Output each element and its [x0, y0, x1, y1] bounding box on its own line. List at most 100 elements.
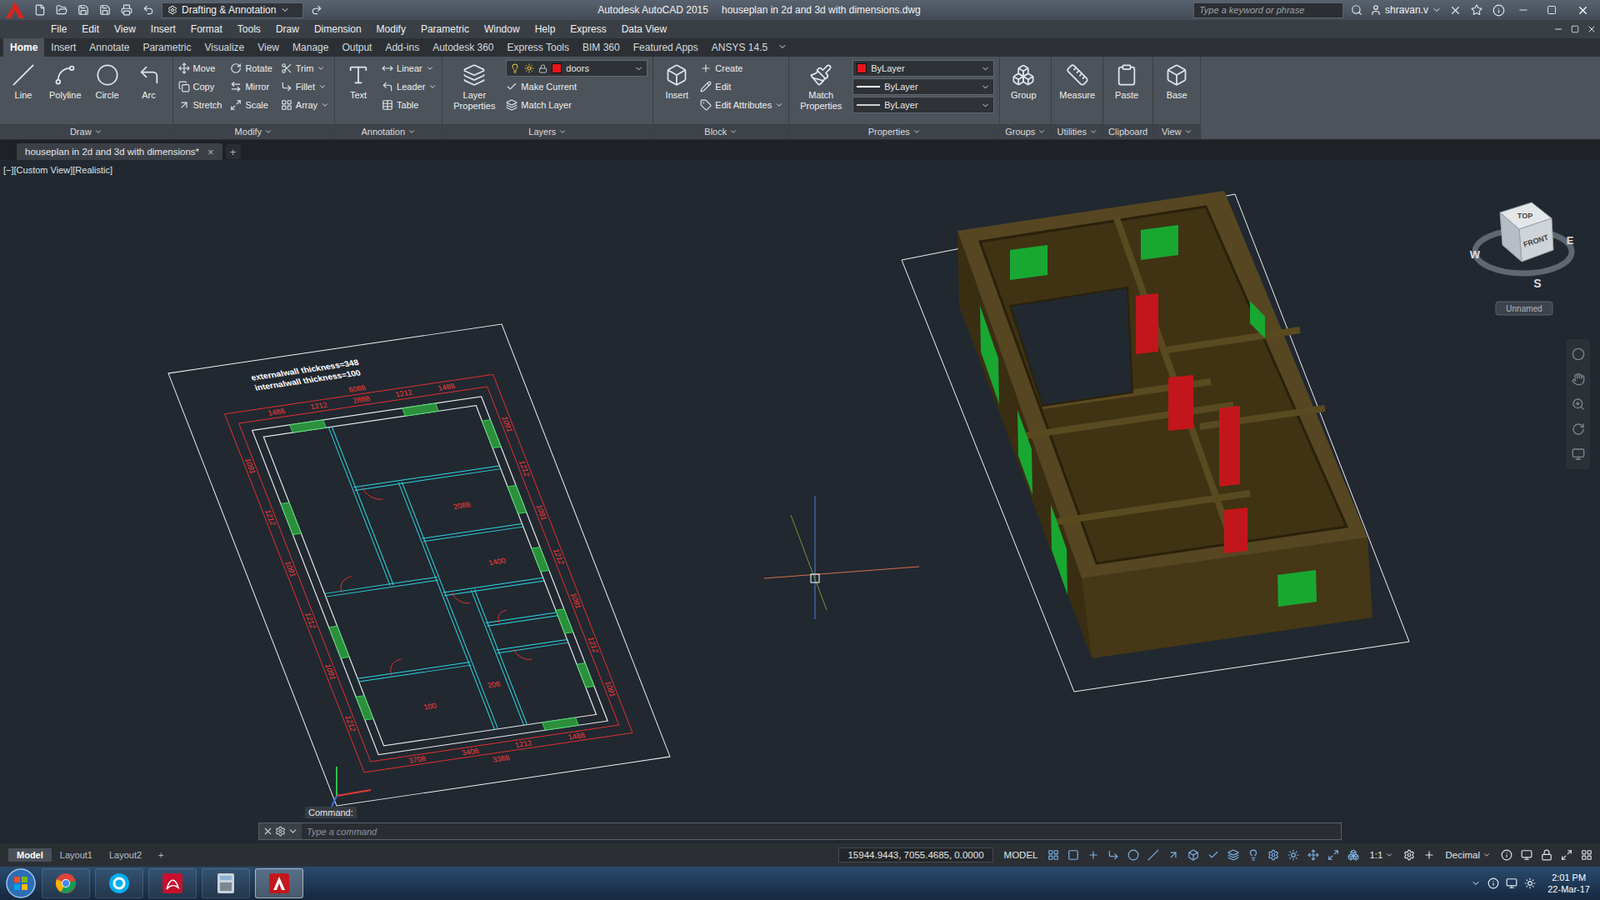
panel-title[interactable]: Utilities [1051, 124, 1103, 140]
status-toggle[interactable] [1145, 846, 1162, 864]
workspace-switch[interactable] [1400, 846, 1418, 864]
ribbon-small-tool[interactable]: Table [381, 96, 437, 114]
navigation-tool-icon[interactable] [1571, 372, 1585, 386]
panel-title[interactable]: Layers [442, 124, 653, 140]
status-toggle[interactable] [1205, 846, 1222, 864]
doc-minimize-button[interactable] [1550, 20, 1567, 38]
tray-app-icon[interactable] [1487, 877, 1500, 890]
ribbon-toggle-button[interactable] [774, 38, 791, 55]
viewcube[interactable]: TOPFRONTWESUnnamed [1470, 202, 1575, 315]
ribbon-small-tool[interactable]: Match Layer [505, 96, 577, 114]
menu-item[interactable]: Express [562, 21, 614, 37]
ribbon-small-tool[interactable]: Linear [381, 60, 437, 77]
status-toggle[interactable] [1045, 846, 1062, 864]
status-toggle[interactable] [1225, 846, 1242, 864]
doc-close-button[interactable] [1583, 20, 1600, 38]
line-dropdown[interactable]: ByLayer [852, 96, 995, 114]
status-toggle[interactable] [1165, 846, 1182, 864]
status-toggle[interactable] [1305, 846, 1322, 864]
search-field[interactable]: Type a keyword or phrase [1193, 2, 1344, 19]
volume-icon[interactable] [1524, 877, 1536, 890]
new-file-tab[interactable]: + [225, 144, 241, 160]
ribbon-small-tool[interactable]: Make Current [505, 78, 577, 95]
quick-access-button[interactable] [75, 1, 92, 19]
layer-dropdown[interactable]: doors [505, 60, 648, 77]
menu-item[interactable]: Modify [369, 21, 414, 37]
ribbon-small-tool[interactable]: Create [700, 60, 784, 77]
quick-access-button[interactable] [140, 1, 157, 19]
ribbon-large-tool[interactable]: Measure [1056, 60, 1098, 103]
ribbon-small-tool[interactable]: Edit [700, 78, 784, 95]
annotation-scale[interactable]: 1:1 [1365, 849, 1398, 861]
network-icon[interactable] [1505, 877, 1518, 890]
units-select[interactable]: Decimal [1440, 849, 1495, 861]
autocad-logo-icon[interactable] [3, 0, 27, 20]
recent-commands-icon[interactable] [287, 825, 299, 837]
status-toggle[interactable] [1578, 846, 1595, 864]
ribbon-large-tool[interactable]: Arc [130, 60, 168, 103]
close-button[interactable] [1568, 1, 1597, 19]
ribbon-small-tool[interactable]: Leader [381, 78, 437, 95]
ribbon-large-tool[interactable]: Insert [658, 60, 695, 103]
status-toggle[interactable] [1185, 846, 1202, 864]
ribbon-small-tool[interactable]: Fillet [280, 78, 330, 95]
add-layout-tab[interactable]: + [150, 848, 172, 862]
ribbon-small-tool[interactable]: Stretch [178, 96, 223, 114]
ribbon-large-tool[interactable]: Polyline [46, 60, 85, 103]
ribbon-tab[interactable]: ANSYS 14.5 [705, 38, 775, 57]
clock[interactable]: 2:01 PM22-Mar-17 [1542, 871, 1595, 896]
model-space[interactable]: externalwall thickness=348internalwall t… [0, 160, 1600, 844]
viewport-control[interactable]: [−] [3, 165, 15, 175]
drawing-canvas[interactable]: [−][Custom View][Realistic]externalwall … [0, 160, 1600, 844]
ribbon-tab[interactable]: Output [335, 38, 379, 57]
ribbon-small-tool[interactable]: Scale [230, 96, 272, 114]
viewport-control[interactable]: [Custom View] [14, 165, 74, 175]
menu-item[interactable]: Parametric [413, 21, 477, 37]
status-toggle[interactable] [1558, 846, 1575, 864]
menu-item[interactable]: Dimension [306, 21, 370, 37]
menu-item[interactable]: File [43, 21, 75, 37]
panel-title[interactable]: View [1153, 124, 1200, 140]
viewport-control[interactable]: [Realistic] [72, 165, 113, 175]
ribbon-large-tool[interactable]: Base [1158, 60, 1195, 103]
quick-access-button[interactable] [118, 1, 135, 19]
tray-expand-icon[interactable] [1470, 878, 1481, 889]
menu-item[interactable]: Edit [74, 21, 107, 37]
ribbon-tab[interactable]: Parametric [135, 38, 198, 57]
ribbon-tab[interactable]: BIM 360 [575, 38, 627, 57]
status-toggle[interactable] [1325, 846, 1342, 864]
ribbon-tab[interactable]: Annotate [82, 38, 136, 57]
ribbon-small-tool[interactable]: Copy [178, 78, 223, 95]
ribbon-tab[interactable]: Home [3, 38, 45, 57]
ribbon-tab[interactable]: Visualize [197, 38, 251, 57]
ribbon-small-tool[interactable]: Rotate [230, 60, 272, 77]
panel-title[interactable]: Groups [1000, 124, 1051, 140]
ribbon-small-tool[interactable]: Array [280, 96, 330, 114]
navigation-tool-icon[interactable] [1571, 422, 1585, 436]
quick-access-button[interactable] [31, 1, 49, 19]
start-orb-icon[interactable] [5, 867, 37, 900]
layout-tab[interactable]: Layout1 [51, 848, 101, 862]
menu-item[interactable]: Format [183, 21, 230, 37]
navigation-tool-icon[interactable] [1571, 447, 1585, 461]
status-toggle[interactable] [1498, 846, 1515, 864]
taskbar-app[interactable] [148, 868, 197, 899]
annotation-monitor[interactable] [1420, 846, 1438, 864]
panel-title[interactable]: Clipboard [1103, 124, 1153, 140]
maximize-button[interactable] [1540, 1, 1564, 19]
status-toggle[interactable] [1285, 846, 1302, 864]
status-toggle[interactable] [1125, 846, 1142, 864]
minimize-button[interactable] [1511, 1, 1535, 19]
ribbon-small-tool[interactable]: Trim [280, 60, 330, 77]
help-button[interactable] [1490, 1, 1507, 19]
file-tab-close[interactable]: × [207, 145, 215, 159]
layout-tab[interactable]: Model [8, 848, 52, 862]
command-input[interactable]: Type a command [301, 823, 1341, 840]
ribbon-small-tool[interactable]: Mirror [230, 78, 272, 95]
ribbon-large-tool[interactable]: Group [1005, 60, 1042, 103]
navigation-tool-icon[interactable] [1571, 347, 1585, 361]
line-dropdown[interactable]: ByLayer [852, 78, 995, 95]
cube-front-face[interactable] [1519, 218, 1554, 262]
search-button[interactable] [1348, 1, 1365, 19]
menu-item[interactable]: Insert [143, 21, 184, 37]
